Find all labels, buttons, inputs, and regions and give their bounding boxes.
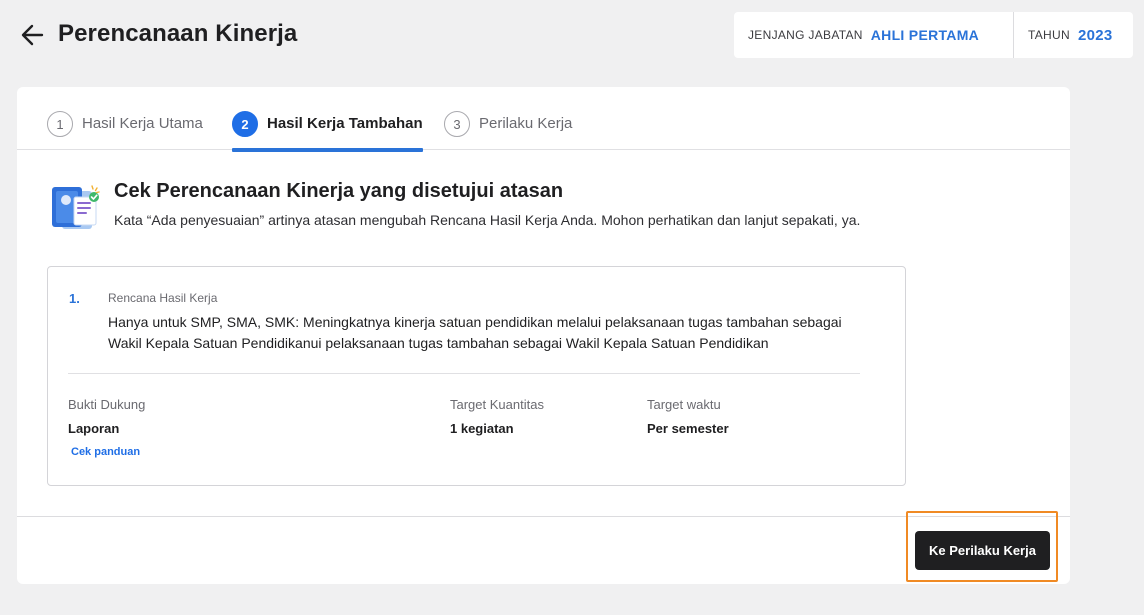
target-waktu-label: Target waktu — [647, 397, 721, 412]
section-description: Kata “Ada penyesuaian” artinya atasan me… — [114, 212, 861, 228]
target-kuantitas-value: 1 kegiatan — [450, 421, 514, 436]
jenjang-jabatan-label: JENJANG JABATAN — [748, 28, 863, 42]
bukti-dukung-value: Laporan — [68, 421, 120, 436]
target-waktu-field: Target waktu Per semester — [647, 397, 729, 436]
divider — [68, 373, 860, 374]
step-hasil-kerja-tambahan[interactable]: 2 Hasil Kerja Tambahan — [232, 111, 423, 152]
bukti-dukung-label: Bukti Dukung — [68, 397, 146, 412]
bukti-dukung-field: Bukti Dukung Laporan — [68, 397, 145, 436]
jenjang-jabatan-info: JENJANG JABATAN AHLI PERTAMA — [734, 12, 1014, 58]
section-title: Cek Perencanaan Kinerja yang disetujui a… — [114, 180, 564, 202]
target-waktu-value: Per semester — [647, 421, 729, 436]
step-number: 3 — [444, 111, 470, 137]
ke-perilaku-kerja-button[interactable]: Ke Perilaku Kerja — [915, 531, 1050, 570]
step-label: Hasil Kerja Utama — [82, 115, 203, 132]
jenjang-jabatan-value: AHLI PERTAMA — [870, 27, 980, 43]
target-kuantitas-label: Target Kuantitas — [450, 397, 544, 412]
tahun-label: TAHUN — [1028, 28, 1070, 42]
page-title: Perencanaan Kinerja — [58, 20, 298, 47]
work-plan-item: 1. Rencana Hasil Kerja Hanya untuk SMP, … — [47, 266, 906, 486]
step-hasil-kerja-utama[interactable]: 1 Hasil Kerja Utama — [47, 111, 203, 150]
target-kuantitas-field: Target Kuantitas 1 kegiatan — [450, 397, 544, 436]
tahun-info: TAHUN 2023 — [1014, 12, 1127, 58]
arrow-left-icon — [21, 24, 44, 46]
step-number: 1 — [47, 111, 73, 137]
step-label: Perilaku Kerja — [479, 115, 573, 132]
rencana-hasil-kerja-text: Hanya untuk SMP, SMA, SMK: Meningkatnya … — [108, 314, 842, 351]
step-label: Hasil Kerja Tambahan — [267, 115, 423, 132]
position-info-box: JENJANG JABATAN AHLI PERTAMA TAHUN 2023 — [734, 12, 1133, 58]
document-check-icon — [48, 183, 102, 235]
content-card: 1 Hasil Kerja Utama 2 Hasil Kerja Tambah… — [17, 87, 1070, 584]
step-number: 2 — [232, 111, 258, 137]
cek-panduan-link[interactable]: Cek panduan — [71, 446, 140, 458]
item-number: 1. — [69, 291, 80, 306]
page-header: Perencanaan Kinerja JENJANG JABATAN AHLI… — [0, 0, 1144, 72]
tahun-value: 2023 — [1077, 26, 1113, 44]
back-button[interactable] — [20, 22, 46, 48]
rencana-hasil-kerja-label: Rencana Hasil Kerja — [108, 291, 218, 305]
stepper: 1 Hasil Kerja Utama 2 Hasil Kerja Tambah… — [17, 87, 1070, 152]
step-perilaku-kerja[interactable]: 3 Perilaku Kerja — [444, 111, 572, 150]
